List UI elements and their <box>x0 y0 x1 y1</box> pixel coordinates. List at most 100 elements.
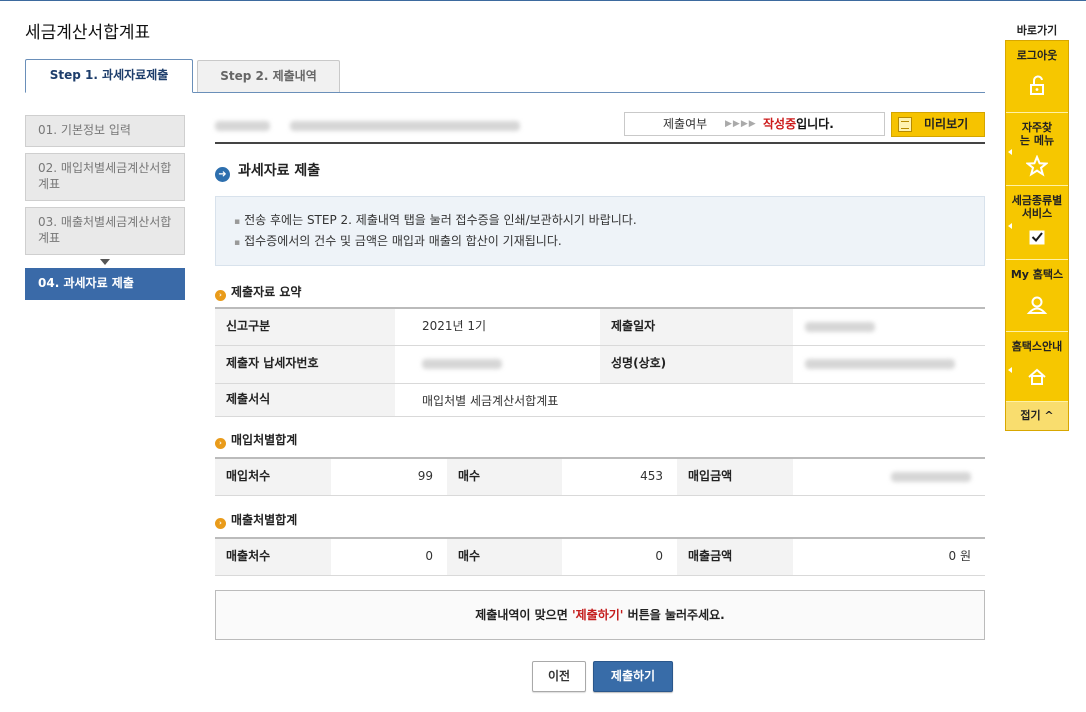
home-icon <box>1028 368 1046 385</box>
sales-amount-value: 0 원 <box>793 539 985 575</box>
sales-title-text: 매출처별합계 <box>231 513 298 527</box>
step-number: 03. <box>38 215 58 229</box>
table-row: 제출자 납세자번호 성명(상호) <box>215 346 985 384</box>
bullet-icon: › <box>215 518 226 529</box>
purchase-count-value: 99 <box>331 459 447 495</box>
submitter-id-label: 제출자 납세자번호 <box>215 346 395 383</box>
bullet-icon: › <box>215 438 226 449</box>
redacted-amount <box>891 471 971 482</box>
quick-item-guide[interactable]: 홈택스안내 <box>1006 332 1068 402</box>
notice-line-1: 전송 후에는 STEP 2. 제출내역 탭을 눌러 접수증을 인쇄/보관하시기 … <box>234 211 984 232</box>
header-divider <box>215 142 985 144</box>
quick-item-my-hometax[interactable]: My 홈택스 <box>1006 260 1068 332</box>
form-label: 제출서식 <box>215 384 395 416</box>
confirm-highlight: '제출하기' <box>571 608 624 622</box>
notice-box: 전송 후에는 STEP 2. 제출내역 탭을 눌러 접수증을 인쇄/보관하시기 … <box>215 196 985 266</box>
step-item-basic-info[interactable]: 01. 기본정보 입력 <box>25 115 185 147</box>
redacted-date <box>805 321 875 332</box>
status-value-highlight: 작성중 <box>763 117 797 131</box>
step-item-submit[interactable]: 04. 과세자료 제출 <box>25 268 185 300</box>
logout-icon <box>1030 75 1044 95</box>
expand-arrow-icon <box>1008 366 1012 373</box>
name-value <box>793 346 985 383</box>
quick-links-title: 바로가기 <box>1016 24 1058 37</box>
report-type-label: 신고구분 <box>215 309 395 345</box>
top-border <box>0 0 1086 1</box>
step-item-sales[interactable]: 03. 매출처별세금계산서합계표 <box>25 207 185 255</box>
quick-item-label: 로그아웃 <box>1016 49 1058 62</box>
submit-status-box: 제출여부 ▶▶▶▶ 작성중입니다. <box>624 112 885 136</box>
step-label: 매출처별세금계산서합계표 <box>38 215 172 245</box>
user-icon <box>1026 296 1048 314</box>
submitter-id-value <box>410 346 600 383</box>
confirm-message: 제출내역이 맞으면 '제출하기' 버튼을 눌러주세요. <box>215 590 985 640</box>
sales-count-label: 매출처수 <box>215 539 331 575</box>
prev-button[interactable]: 이전 <box>532 661 586 692</box>
redacted-id <box>422 358 502 369</box>
section-title: ➜ 과세자료 제출 <box>215 161 320 182</box>
quick-item-logout[interactable]: 로그아웃 <box>1006 41 1068 113</box>
submit-date-label: 제출일자 <box>600 309 793 345</box>
notice-line-2: 접수증에서의 건수 및 금액은 매입과 매출의 합산이 기재됩니다. <box>234 232 984 253</box>
document-icon <box>898 117 912 132</box>
purchase-table: 매입처수 99 매수 453 매입금액 <box>215 457 985 496</box>
collapse-quick-links-button[interactable]: 접기 ^ <box>1006 402 1068 430</box>
star-icon <box>1026 155 1048 177</box>
quick-item-label: 자주찾는 메뉴 <box>1019 121 1055 147</box>
step-item-purchase[interactable]: 02. 매입처별세금계산서합계표 <box>25 153 185 201</box>
step-number: 02. <box>38 161 58 175</box>
sales-sheets-label: 매수 <box>447 539 562 575</box>
quick-item-favorites[interactable]: 자주찾는 메뉴 <box>1006 113 1068 186</box>
summary-title: › 제출자료 요약 <box>215 284 301 301</box>
step-label: 기본정보 입력 <box>60 123 131 137</box>
confirm-prefix: 제출내역이 맞으면 <box>475 608 568 622</box>
status-label: 제출여부 <box>663 117 708 131</box>
table-row: 매출처수 0 매수 0 매출금액 0 원 <box>215 539 985 576</box>
expand-arrow-icon <box>1008 222 1012 229</box>
purchase-title: › 매입처별합계 <box>215 432 297 449</box>
redacted-name <box>805 358 955 369</box>
report-type-value: 2021년 1기 <box>410 309 600 345</box>
checkbox-icon <box>1029 230 1045 245</box>
step-label: 매입처별세금계산서합계표 <box>38 161 172 191</box>
status-value: 작성중입니다. <box>763 113 834 135</box>
confirm-suffix: 버튼을 눌러주세요. <box>627 608 725 622</box>
tab-step2[interactable]: Step 2. 제출내역 <box>197 60 340 92</box>
quick-item-tax-services[interactable]: 세금종류별 서비스 <box>1006 186 1068 260</box>
redacted-user-name <box>215 121 270 131</box>
sales-sheets-value: 0 <box>562 539 677 575</box>
sales-amount-label: 매출금액 <box>677 539 793 575</box>
quick-item-label: My 홈택스 <box>1010 268 1064 281</box>
name-label: 성명(상호) <box>600 346 793 383</box>
purchase-sheets-label: 매수 <box>447 459 562 495</box>
step-number: 04. <box>38 276 60 290</box>
form-value: 매입처별 세금계산서합계표 <box>410 384 985 416</box>
summary-table: 신고구분 2021년 1기 제출일자 제출자 납세자번호 성명(상호) 제출서식… <box>215 307 985 417</box>
submit-button[interactable]: 제출하기 <box>593 661 673 692</box>
sales-table: 매출처수 0 매수 0 매출금액 0 원 <box>215 537 985 576</box>
step-label: 과세자료 제출 <box>63 276 134 290</box>
preview-button[interactable]: 미리보기 <box>891 112 985 137</box>
purchase-title-text: 매입처별합계 <box>231 433 298 447</box>
table-row: 매입처수 99 매수 453 매입금액 <box>215 459 985 496</box>
tab-step1[interactable]: Step 1. 과세자료제출 <box>25 59 193 93</box>
purchase-amount-label: 매입금액 <box>677 459 793 495</box>
expand-arrow-icon <box>1008 149 1012 155</box>
purchase-count-label: 매입처수 <box>215 459 331 495</box>
quick-item-label: 홈택스안내 <box>1011 340 1063 353</box>
page-title: 세금계산서합계표 <box>25 23 151 43</box>
quick-item-label: 세금종류별 서비스 <box>1011 194 1063 220</box>
arrow-right-icon: ➜ <box>215 167 230 182</box>
purchase-sheets-value: 453 <box>562 459 677 495</box>
table-row: 제출서식 매입처별 세금계산서합계표 <box>215 384 985 417</box>
sales-title: › 매출처별합계 <box>215 512 297 529</box>
redacted-user-info <box>290 121 520 131</box>
submit-date-value <box>793 309 985 345</box>
preview-button-label: 미리보기 <box>924 117 969 131</box>
status-arrows-icon: ▶▶▶▶ <box>725 119 757 129</box>
bullet-icon: › <box>215 290 226 301</box>
table-row: 신고구분 2021년 1기 제출일자 <box>215 309 985 346</box>
summary-title-text: 제출자료 요약 <box>231 285 302 299</box>
section-title-text: 과세자료 제출 <box>238 163 321 179</box>
step-down-arrow-icon <box>100 259 110 265</box>
